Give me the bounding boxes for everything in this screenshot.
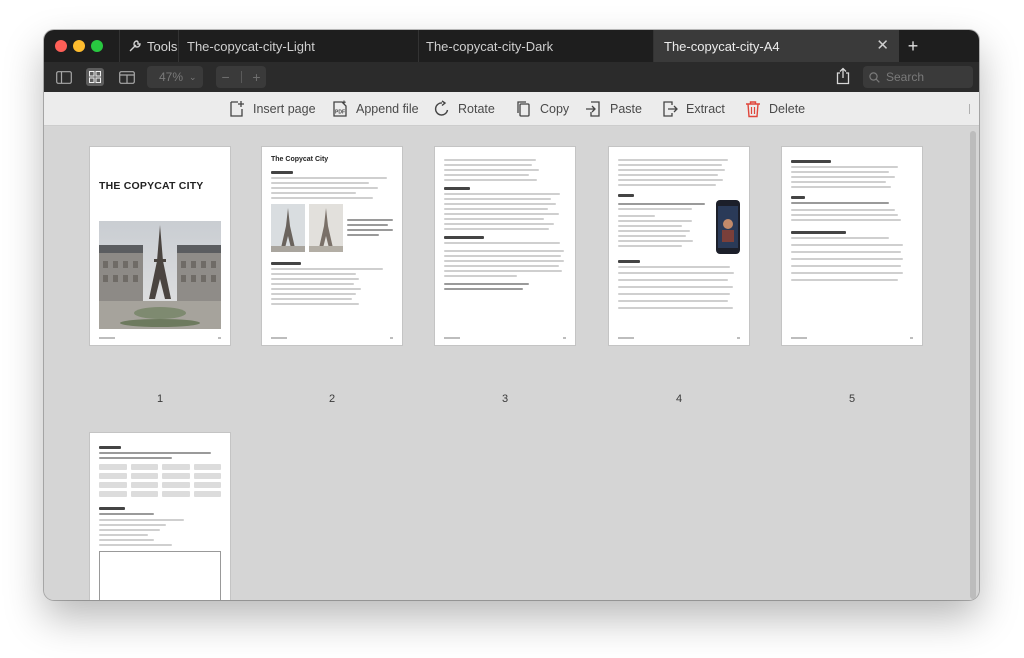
page-heading: THE COPYCAT CITY [99,180,204,192]
append-file-button[interactable]: PDF Append file [331,92,419,126]
delete-button[interactable]: Delete [744,92,805,126]
page-thumbnail-2[interactable]: The Copycat City [262,147,402,345]
answer-box [99,551,221,600]
sidebar-icon [56,70,72,84]
phone-video-thumbnail [716,200,740,254]
rotate-button[interactable]: Rotate [433,92,495,126]
share-button[interactable] [835,67,853,87]
page-footer [99,337,221,339]
plus-icon: + [907,35,919,56]
minimize-window-button[interactable] [73,40,85,52]
page-footer [444,337,566,339]
extract-icon [663,101,678,117]
search-placeholder: Search [886,70,925,84]
rotate-icon [434,100,449,116]
page-footer [791,337,913,339]
tab-label: The-copycat-city-A4 [664,38,780,54]
eiffel-photo-right [309,204,343,252]
title-bar: Tools The-copycat-city-Light The-copycat… [44,30,979,62]
delete-label: Delete [769,102,806,116]
search-field[interactable]: Search [863,66,973,88]
copy-icon [517,101,530,117]
page-thumbnail-5[interactable] [782,147,922,345]
view-toolbar: 47% ⌄ − + Search [44,62,979,92]
insert-page-label: Insert page [253,102,316,116]
zoom-window-button[interactable] [91,40,103,52]
page-footer [271,337,393,339]
divider [240,71,242,83]
zoom-stepper: − + [216,66,266,88]
page-view-button[interactable] [118,68,136,86]
page-thumbnail-3[interactable] [435,147,575,345]
close-tab-icon[interactable]: ✕ [876,38,889,53]
zoom-out-button[interactable]: − [221,69,229,85]
tab-label: The-copycat-city-Light [187,38,315,54]
paste-icon [586,101,600,117]
copy-button[interactable]: Copy [515,92,569,126]
page-thumbnail-4[interactable] [609,147,749,345]
page-footer [618,337,740,339]
copy-label: Copy [540,102,570,116]
paste-button[interactable]: Paste [585,92,642,126]
page-thumbnail-6[interactable] [90,433,230,600]
tab-light[interactable]: The-copycat-city-Light [179,30,419,62]
append-file-label: Append file [356,102,419,116]
grid-view-button[interactable] [86,68,104,86]
zoom-select[interactable]: 47% ⌄ [147,66,203,88]
app-window: Tools The-copycat-city-Light The-copycat… [44,30,979,600]
tab-a4-active[interactable]: The-copycat-city-A4 ✕ [654,30,899,62]
page-number: 3 [501,393,509,405]
extract-label: Extract [686,102,725,116]
page-number: 2 [328,393,336,405]
zoom-value: 47% [159,70,184,84]
page-heading: The Copycat City [271,156,329,163]
page-number: 4 [675,393,683,405]
trash-icon [746,101,760,118]
rotate-label: Rotate [458,102,495,116]
page-number: 5 [848,393,856,405]
sidebar-toggle-button[interactable] [55,68,73,86]
insert-page-button[interactable]: Insert page [228,92,316,126]
search-icon [869,71,880,83]
page-view-icon [119,70,135,84]
insert-page-icon [230,101,244,117]
page-number: 1 [156,393,164,405]
paste-label: Paste [610,102,642,116]
svg-text:PDF: PDF [335,110,345,116]
page-actions-bar: Insert page PDF Append file Rotate Copy … [44,92,979,126]
tab-label: The-copycat-city-Dark [426,38,554,54]
tools-button[interactable]: Tools [119,30,179,62]
toolbar-overflow-handle[interactable] [969,104,971,114]
append-pdf-icon: PDF [333,100,347,117]
page-thumbnail-1[interactable]: THE COPYCAT CITY [90,147,230,345]
new-tab-button[interactable]: + [899,30,927,62]
tab-dark[interactable]: The-copycat-city-Dark [419,30,654,62]
eiffel-city-photo [99,221,221,329]
eiffel-photo-left [271,204,305,252]
grid-icon [89,71,101,83]
close-window-button[interactable] [55,40,67,52]
tools-label: Tools [147,38,178,54]
vertical-scrollbar[interactable] [970,131,976,599]
page-thumbnails-area: THE COPYCAT CITY 1 The Copycat City 2 3 … [44,127,979,600]
word-grid [99,464,221,497]
zoom-in-button[interactable]: + [252,69,260,85]
extract-button[interactable]: Extract [661,92,725,126]
share-icon [836,67,850,85]
tools-icon [129,40,141,52]
chevron-down-icon: ⌄ [189,71,197,82]
